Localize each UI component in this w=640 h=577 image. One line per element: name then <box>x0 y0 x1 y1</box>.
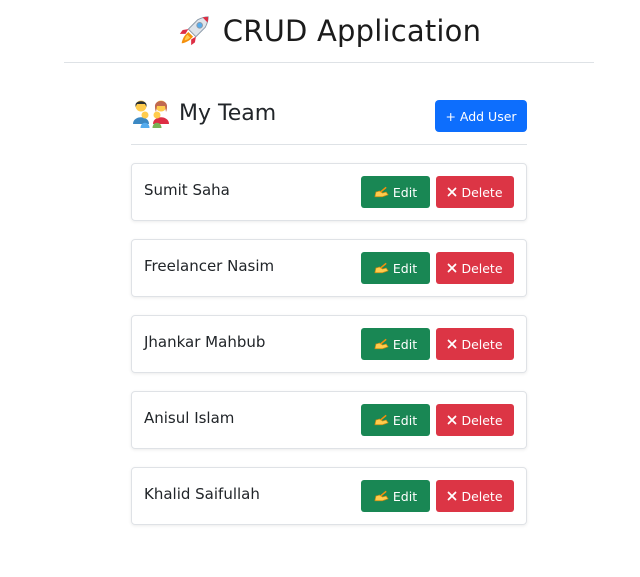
edit-label: Edit <box>392 336 418 352</box>
user-name: Jhankar Mahbub <box>144 333 266 351</box>
section-title: My Team <box>179 100 277 126</box>
user-actions: Edit Delete <box>361 480 514 512</box>
edit-label: Edit <box>392 260 418 276</box>
writing-hand-icon <box>374 490 389 502</box>
user-name: Sumit Saha <box>144 181 230 199</box>
writing-hand-icon <box>374 262 389 274</box>
edit-label: Edit <box>392 184 418 200</box>
user-card: Jhankar Mahbub Edit Delete <box>131 315 527 373</box>
edit-label: Edit <box>392 488 418 504</box>
user-actions: Edit Delete <box>361 328 514 360</box>
edit-button[interactable]: Edit <box>361 252 430 284</box>
user-name: Freelancer Nasim <box>144 257 275 275</box>
edit-button[interactable]: Edit <box>361 404 430 436</box>
add-user-button[interactable]: + Add User <box>435 100 527 132</box>
delete-label: Delete <box>461 488 503 504</box>
user-actions: Edit Delete <box>361 404 514 436</box>
writing-hand-icon <box>374 338 389 350</box>
team-title-container: My Team <box>131 98 276 128</box>
app-header: CRUD Application <box>64 0 594 63</box>
close-icon <box>448 263 457 273</box>
delete-button[interactable]: Delete <box>436 328 514 360</box>
writing-hand-icon <box>374 414 389 426</box>
user-card: Freelancer Nasim Edit Delete <box>131 239 527 297</box>
delete-label: Delete <box>461 412 503 428</box>
edit-button[interactable]: Edit <box>361 176 430 208</box>
user-card: Anisul Islam Edit Delete <box>131 391 527 449</box>
delete-label: Delete <box>461 336 503 352</box>
close-icon <box>448 187 457 197</box>
delete-button[interactable]: Delete <box>436 252 514 284</box>
close-icon <box>448 339 457 349</box>
delete-button[interactable]: Delete <box>436 404 514 436</box>
app-title: CRUD Application <box>222 14 482 48</box>
delete-button[interactable]: Delete <box>436 176 514 208</box>
edit-button[interactable]: Edit <box>361 328 430 360</box>
family-icon <box>133 100 169 128</box>
edit-label: Edit <box>392 412 418 428</box>
user-name: Anisul Islam <box>144 409 235 427</box>
app-title-container: CRUD Application <box>177 14 481 48</box>
close-icon <box>448 415 457 425</box>
user-card: Sumit Saha Edit Delete <box>131 163 527 221</box>
user-name: Khalid Saifullah <box>144 485 260 503</box>
user-card: Khalid Saifullah Edit Delete <box>131 467 527 525</box>
delete-label: Delete <box>461 184 503 200</box>
writing-hand-icon <box>374 186 389 198</box>
rocket-icon <box>179 16 209 46</box>
user-actions: Edit Delete <box>361 176 514 208</box>
user-list: Sumit Saha Edit Delete Freelancer Nasim … <box>131 163 527 543</box>
delete-label: Delete <box>461 260 503 276</box>
close-icon <box>448 491 457 501</box>
section-header: My Team + Add User <box>131 96 527 145</box>
user-actions: Edit Delete <box>361 252 514 284</box>
delete-button[interactable]: Delete <box>436 480 514 512</box>
edit-button[interactable]: Edit <box>361 480 430 512</box>
